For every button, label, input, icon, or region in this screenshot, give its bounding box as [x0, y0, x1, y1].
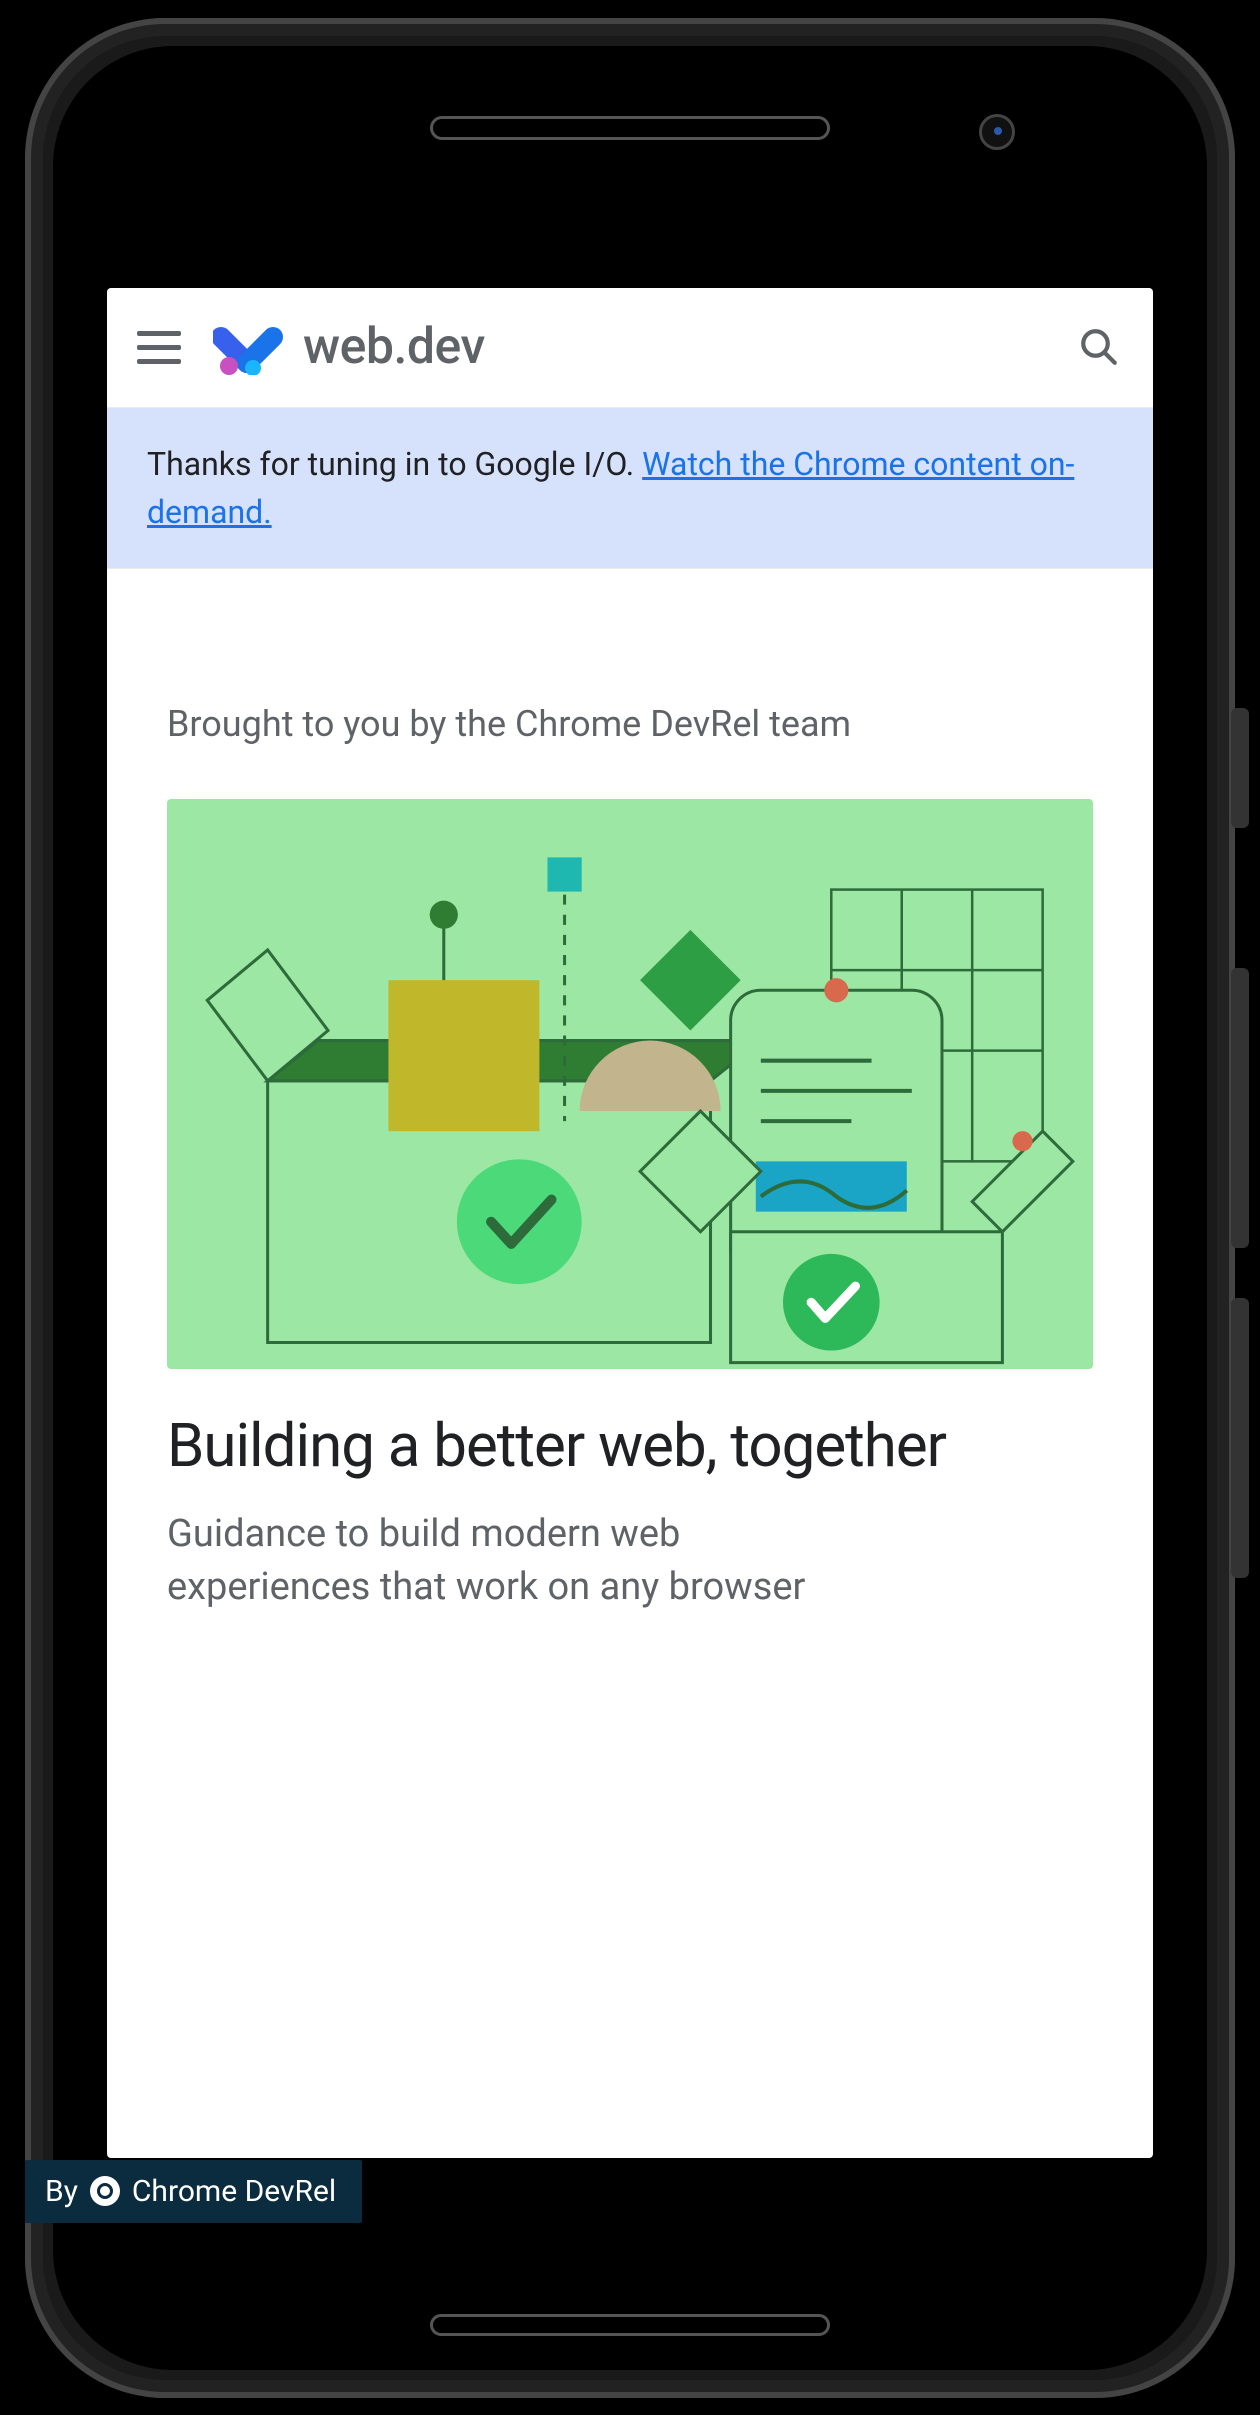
phone-button — [1231, 968, 1249, 1248]
hero-description: Guidance to build modern web experiences… — [167, 1508, 1093, 1614]
phone-screen: web.dev Thanks for tuning in to Google I… — [107, 288, 1153, 2158]
banner-text: Thanks for tuning in to Google I/O. — [147, 445, 642, 483]
search-icon[interactable] — [1075, 323, 1123, 371]
badge-prefix: By — [45, 2174, 78, 2209]
hero-eyebrow: Brought to you by the Chrome DevRel team — [167, 699, 1093, 749]
phone-button — [1231, 708, 1249, 828]
menu-icon[interactable] — [137, 323, 185, 371]
phone-speaker — [430, 116, 830, 140]
hero-illustration — [167, 799, 1093, 1369]
hero-title: Building a better web, together — [167, 1411, 1093, 1480]
author-badge[interactable]: By Chrome DevRel — [25, 2160, 362, 2223]
webdev-logo-icon — [213, 319, 285, 375]
chrome-icon — [90, 2176, 120, 2206]
phone-frame: web.dev Thanks for tuning in to Google I… — [25, 18, 1235, 2398]
phone-camera — [979, 114, 1015, 150]
device-preview: web.dev Thanks for tuning in to Google I… — [0, 0, 1260, 2415]
site-header: web.dev — [107, 288, 1153, 408]
site-name: web.dev — [303, 318, 485, 376]
site-logo[interactable]: web.dev — [213, 318, 485, 376]
hero-section: Brought to you by the Chrome DevRel team — [107, 569, 1153, 1615]
badge-name: Chrome DevRel — [132, 2174, 336, 2209]
phone-button — [1231, 1298, 1249, 1578]
promo-banner: Thanks for tuning in to Google I/O. Watc… — [107, 408, 1153, 569]
phone-speaker-bottom — [430, 2314, 830, 2336]
